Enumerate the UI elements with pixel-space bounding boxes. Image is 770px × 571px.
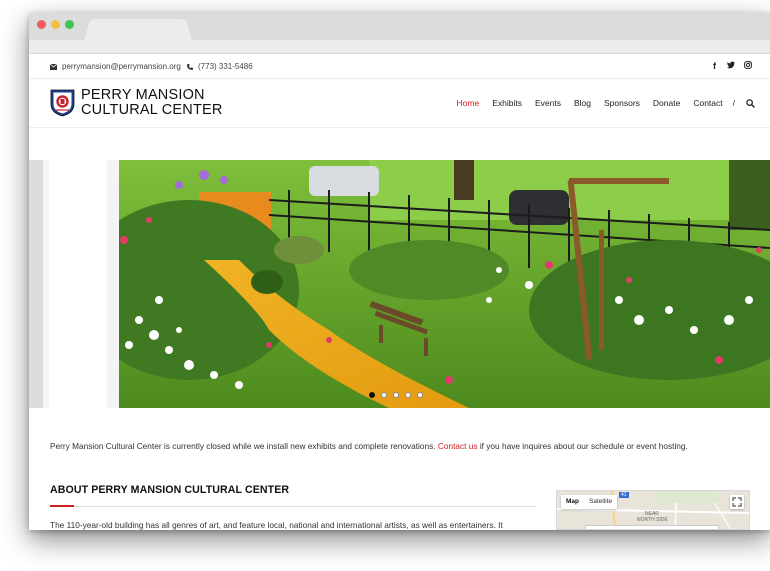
fullscreen-icon [732, 497, 742, 507]
logo-shield-icon[interactable] [50, 89, 75, 117]
nav-item-sponsors[interactable]: Sponsors [604, 98, 640, 108]
search-icon[interactable] [746, 98, 755, 108]
about-divider-accent [50, 505, 74, 507]
slider-dot[interactable] [369, 392, 375, 398]
site-title-line2: CULTURAL CENTER [81, 102, 223, 118]
phone-icon [187, 63, 193, 70]
maximize-window-button[interactable] [65, 20, 74, 29]
close-window-button[interactable] [37, 20, 46, 29]
minimize-window-button[interactable] [51, 20, 60, 29]
nav-item-home[interactable]: Home [457, 98, 480, 108]
garden-photo [29, 160, 770, 408]
browser-window: perrymansion@perrymansion.org (773) 331-… [29, 13, 770, 530]
nav-separator: / [732, 98, 735, 108]
about-heading: ABOUT PERRY MANSION CULTURAL CENTER [50, 484, 290, 496]
closure-notice: Perry Mansion Cultural Center is current… [50, 441, 688, 451]
map-embed[interactable]: Map Satellite 41 NEAR NORTH SIDE [556, 490, 750, 530]
map-tab-map[interactable]: Map [561, 495, 584, 509]
about-divider [50, 506, 536, 507]
website: perrymansion@perrymansion.org (773) 331-… [29, 54, 770, 530]
email-text[interactable]: perrymansion@perrymansion.org [62, 62, 181, 71]
slider-dot[interactable] [417, 392, 423, 398]
hero-slider[interactable] [29, 160, 770, 408]
browser-tab[interactable] [84, 19, 192, 41]
notice-text-after: if you have inquires about our schedule … [479, 441, 688, 451]
slider-dot[interactable] [405, 392, 411, 398]
slider-dot[interactable] [393, 392, 399, 398]
site-header: PERRY MANSION CULTURAL CENTER Home Exhib… [29, 80, 770, 128]
main-nav: Home Exhibits Events Blog Sponsors Donat… [444, 98, 755, 108]
phone-text[interactable]: (773) 331-5486 [198, 62, 253, 71]
browser-toolbar [29, 40, 770, 54]
map-shield-label: 41 [619, 492, 629, 498]
about-paragraph: The 110-year-old building has all genres… [50, 520, 503, 530]
nav-item-events[interactable]: Events [535, 98, 561, 108]
envelope-icon [50, 63, 57, 70]
twitter-icon[interactable] [727, 61, 735, 69]
nav-item-blog[interactable]: Blog [574, 98, 591, 108]
site-title[interactable]: PERRY MANSION CULTURAL CENTER [81, 88, 223, 118]
site-title-line1: PERRY MANSION [81, 87, 205, 103]
slider-pagination [369, 392, 423, 398]
facebook-icon[interactable]: f [711, 61, 718, 71]
map-type-toggle: Map Satellite [561, 495, 618, 509]
map-tab-satellite[interactable]: Satellite [584, 495, 617, 509]
social-links: f [711, 61, 752, 71]
nav-item-contact[interactable]: Contact [693, 98, 722, 108]
map-info-card [585, 525, 719, 529]
contact-email[interactable]: perrymansion@perrymansion.org [50, 62, 181, 71]
contact-bar: perrymansion@perrymansion.org (773) 331-… [29, 54, 770, 79]
map-area-label: NORTH SIDE [637, 517, 668, 523]
contact-phone[interactable]: (773) 331-5486 [187, 62, 253, 71]
slider-dot[interactable] [381, 392, 387, 398]
screenshot-stage: perrymansion@perrymansion.org (773) 331-… [0, 0, 770, 571]
map-fullscreen-button[interactable] [730, 495, 744, 509]
nav-item-exhibits[interactable]: Exhibits [492, 98, 522, 108]
notice-text-before: Perry Mansion Cultural Center is current… [50, 441, 436, 451]
contact-us-link[interactable]: Contact us [438, 441, 478, 451]
instagram-icon[interactable] [744, 61, 752, 69]
nav-item-donate[interactable]: Donate [653, 98, 680, 108]
